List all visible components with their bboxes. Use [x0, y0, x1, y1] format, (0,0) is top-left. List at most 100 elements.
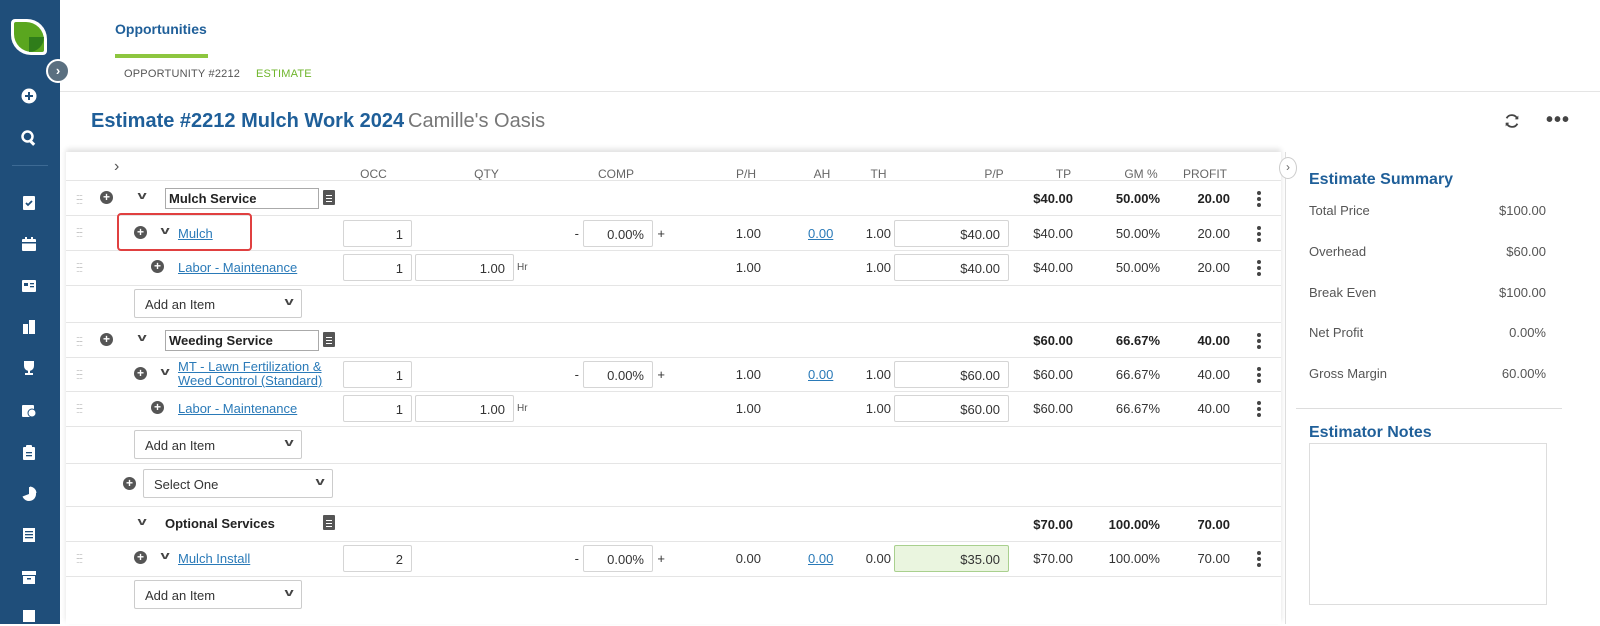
contact-card-icon[interactable]: [19, 276, 39, 296]
row-menu-icon[interactable]: [1257, 226, 1261, 242]
trophy-icon[interactable]: [19, 358, 39, 378]
building-icon[interactable]: [19, 317, 39, 337]
drag-handle-icon[interactable]: ::::::::: [76, 335, 86, 348]
breadcrumb-opportunity[interactable]: OPPORTUNITY #2212: [124, 68, 240, 80]
item-link-labor-maintenance[interactable]: Labor - Maintenance: [178, 260, 297, 275]
item-link-lawn-fertilization[interactable]: MT - Lawn Fertilization & Weed Control (…: [178, 360, 322, 388]
tab-opportunities[interactable]: Opportunities: [115, 21, 207, 37]
row-menu-icon[interactable]: [1257, 367, 1261, 383]
pp-input[interactable]: $40.00: [894, 220, 1009, 247]
add-group-plus-icon[interactable]: +: [123, 477, 136, 490]
pp-input[interactable]: $40.00: [894, 254, 1009, 281]
ah-link[interactable]: 0.00: [808, 226, 833, 241]
item-row-labor-maintenance: :::::::: + Labor - Maintenance 1 1.00 Hr…: [66, 250, 1281, 285]
row-menu-icon[interactable]: [1257, 260, 1261, 276]
add-item-plus-icon[interactable]: +: [100, 333, 113, 346]
drag-handle-icon[interactable]: ::::::::: [76, 552, 86, 565]
group-gm: 66.67%: [1115, 333, 1160, 348]
more-nav-icon[interactable]: [19, 606, 39, 626]
search-icon[interactable]: [19, 128, 39, 148]
add-subitem-plus-icon[interactable]: +: [151, 401, 164, 414]
group-name-input[interactable]: Weeding Service: [165, 330, 319, 351]
gm-value: 100.00%: [1108, 551, 1160, 566]
refresh-icon[interactable]: [1503, 112, 1523, 132]
comp-plus[interactable]: +: [657, 551, 665, 566]
add-subitem-plus-icon[interactable]: +: [151, 260, 164, 273]
occ-input[interactable]: 2: [343, 545, 412, 572]
item-link-mulch-install[interactable]: Mulch Install: [178, 551, 250, 566]
add-item-label: Add an Item: [145, 438, 216, 453]
chevron-down-icon[interactable]: v: [137, 332, 146, 344]
tp-value: $60.00: [1033, 367, 1073, 382]
row-menu-icon[interactable]: [1257, 333, 1261, 349]
chevron-down-icon[interactable]: v: [160, 550, 169, 562]
add-item-row: Add an Item v: [66, 576, 1281, 624]
archive-icon[interactable]: [19, 567, 39, 587]
row-menu-icon[interactable]: [1257, 401, 1261, 417]
qty-input[interactable]: 1.00: [415, 254, 514, 281]
add-item-select[interactable]: Add an Item v: [134, 580, 302, 609]
group-profit: 70.00: [1197, 517, 1230, 532]
pp-input[interactable]: $35.00: [894, 545, 1009, 572]
ah-link[interactable]: 0.00: [808, 551, 833, 566]
sidebar-collapse-button[interactable]: ›: [46, 59, 70, 83]
document-icon[interactable]: [323, 332, 335, 347]
comp-minus[interactable]: -: [571, 226, 579, 241]
group-row-weeding-service: :::::::: + v Weeding Service $60.00 66.6…: [66, 322, 1281, 357]
comp-input[interactable]: 0.00%: [583, 545, 653, 572]
ph-value: 1.00: [735, 226, 761, 241]
pie-chart-icon[interactable]: [19, 484, 39, 504]
drag-handle-icon[interactable]: ::::::::: [76, 261, 86, 274]
add-subitem-plus-icon[interactable]: +: [134, 367, 147, 380]
chevron-down-icon[interactable]: v: [160, 366, 169, 378]
occ-input[interactable]: 1: [343, 220, 412, 247]
add-item-plus-icon[interactable]: +: [100, 191, 113, 204]
chevron-down-icon[interactable]: v: [137, 516, 146, 528]
estimator-notes-textarea[interactable]: [1309, 443, 1547, 605]
pp-input[interactable]: $60.00: [894, 361, 1009, 388]
ah-link[interactable]: 0.00: [808, 367, 833, 382]
qty-input[interactable]: 1.00: [415, 395, 514, 422]
comp-input[interactable]: 0.00%: [583, 220, 653, 247]
document-icon[interactable]: [323, 190, 335, 205]
invoice-icon[interactable]: [19, 525, 39, 545]
drag-handle-icon[interactable]: ::::::::: [76, 402, 86, 415]
drag-handle-icon[interactable]: ::::::::: [76, 193, 86, 206]
comp-plus[interactable]: +: [657, 226, 665, 241]
more-options-icon[interactable]: •••: [1546, 109, 1570, 132]
comp-minus[interactable]: -: [571, 367, 579, 382]
calendar-clock-icon[interactable]: [19, 400, 39, 420]
checklist-icon[interactable]: [19, 192, 39, 212]
add-item-select[interactable]: Add an Item v: [134, 430, 302, 459]
pp-input[interactable]: $60.00: [894, 395, 1009, 422]
tp-value: $40.00: [1033, 226, 1073, 241]
comp-plus[interactable]: +: [657, 367, 665, 382]
calendar-icon[interactable]: [19, 234, 39, 254]
item-link-labor-maintenance[interactable]: Labor - Maintenance: [178, 401, 297, 416]
group-name-input[interactable]: Mulch Service: [165, 188, 319, 209]
profit-value: 70.00: [1197, 551, 1230, 566]
panel-toggle-button[interactable]: ›: [1279, 157, 1297, 179]
drag-handle-icon[interactable]: ::::::::: [76, 226, 86, 239]
chevron-down-icon[interactable]: v: [137, 190, 146, 202]
document-icon[interactable]: [323, 515, 335, 530]
occ-input[interactable]: 1: [343, 361, 412, 388]
select-one-dropdown[interactable]: Select One v: [143, 469, 333, 498]
add-item-select[interactable]: Add an Item v: [134, 289, 302, 318]
chevron-down-icon: v: [315, 476, 325, 488]
th-value: 1.00: [865, 367, 891, 382]
row-menu-icon[interactable]: [1257, 191, 1261, 207]
occ-input[interactable]: 1: [343, 395, 412, 422]
col-ah: AH: [813, 167, 831, 181]
add-subitem-plus-icon[interactable]: +: [134, 551, 147, 564]
occ-input[interactable]: 1: [343, 254, 412, 281]
breadcrumb-estimate[interactable]: ESTIMATE: [256, 68, 312, 80]
comp-minus[interactable]: -: [571, 551, 579, 566]
add-circle-icon[interactable]: [19, 86, 39, 106]
clipboard-icon[interactable]: [19, 442, 39, 462]
comp-input[interactable]: 0.00%: [583, 361, 653, 388]
app-logo[interactable]: [11, 19, 47, 55]
expand-all-chevron-icon[interactable]: ›: [114, 158, 119, 176]
row-menu-icon[interactable]: [1257, 551, 1261, 567]
drag-handle-icon[interactable]: ::::::::: [76, 368, 86, 381]
